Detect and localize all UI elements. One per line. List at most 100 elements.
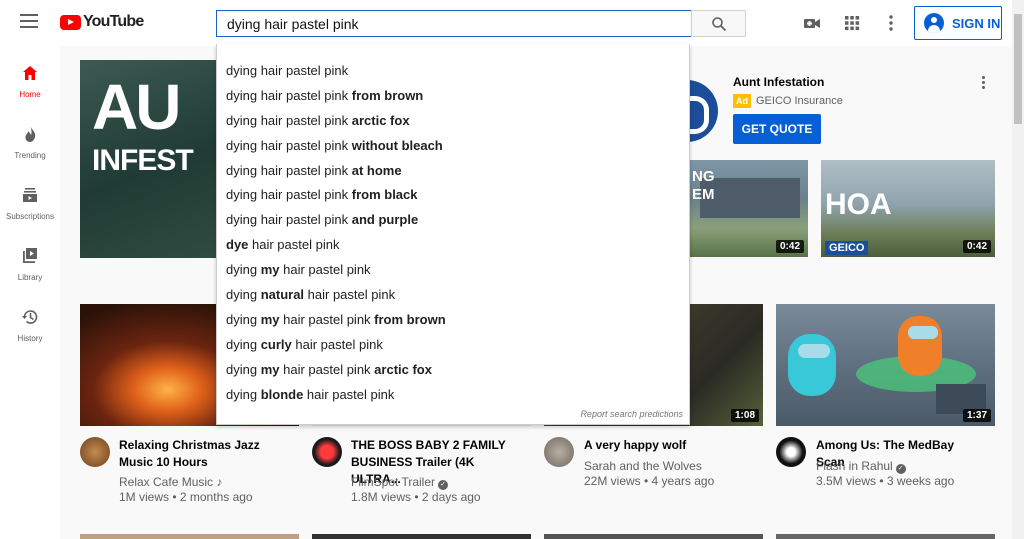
history-icon	[22, 310, 38, 324]
video-thumbnail[interactable]	[312, 534, 531, 539]
suggestion-completion: curly	[260, 336, 292, 352]
search-button[interactable]	[691, 10, 746, 37]
search-suggestion[interactable]: dying blonde hair pastel pink	[217, 383, 689, 408]
house-image	[700, 178, 800, 218]
report-predictions-link[interactable]: Report search predictions	[580, 409, 683, 419]
ad-sponsor: GEICO Insurance	[756, 95, 843, 107]
channel-name[interactable]: FilmSpot Trailer ✓	[351, 475, 449, 490]
apps-grid-icon[interactable]	[842, 13, 862, 33]
channel-name-text: FilmSpot Trailer	[351, 475, 436, 489]
channel-avatar[interactable]	[776, 437, 806, 467]
channel-name[interactable]: Sarah and the Wolves	[584, 459, 702, 474]
channel-avatar[interactable]	[80, 437, 110, 467]
sign-in-button[interactable]: SIGN IN	[914, 6, 1002, 40]
logo-text: YouTube	[83, 13, 144, 30]
sidebar-item-home[interactable]: Home	[0, 64, 60, 120]
suggestion-text: dying hair pastel pink	[226, 212, 352, 228]
search-suggestion[interactable]: dye hair pastel pink	[217, 233, 689, 258]
suggestion-text: dying hair pastel pink	[226, 187, 352, 203]
sidebar-item-subscriptions[interactable]: Subscriptions	[0, 186, 60, 242]
youtube-logo[interactable]: YouTube	[60, 13, 144, 31]
account-icon	[924, 13, 944, 33]
search-suggestion[interactable]: dying natural hair pastel pink	[217, 283, 689, 308]
search-suggestions-dropdown: dying hair pastel pink dying hair pastel…	[216, 44, 690, 425]
geico-brand: GEICO	[825, 241, 869, 255]
masthead: YouTube dying hair pastel pink SIGN IN	[0, 0, 1024, 46]
video-stats: 3.5M views • 3 weeks ago	[816, 474, 955, 488]
suggestion-text: dying hair pastel pink	[226, 112, 352, 128]
search-suggestion[interactable]: dying my hair pastel pink from brown	[217, 308, 689, 333]
get-quote-button[interactable]: GET QUOTE	[733, 114, 821, 144]
suggestion-text: dying hair pastel pink	[226, 137, 352, 153]
page-scrollbar[interactable]	[1012, 0, 1024, 539]
settings-more-icon[interactable]	[881, 13, 901, 33]
sidebar-item-trending[interactable]: Trending	[0, 125, 60, 181]
search-suggestion[interactable]: dying hair pastel pink from brown	[217, 84, 689, 109]
channel-avatar[interactable]	[312, 437, 342, 467]
search-suggestion[interactable]: dying hair pastel pink from black	[217, 183, 689, 208]
search-suggestion[interactable]: dying hair pastel pink arctic fox	[217, 109, 689, 134]
create-video-icon[interactable]	[802, 13, 822, 33]
ad-thumbnail-text: AU	[92, 71, 181, 143]
suggestion-text: hair pastel pink	[291, 336, 383, 352]
suggestion-text: dying	[226, 262, 261, 278]
ad-video-text: HOA	[825, 188, 892, 221]
sidebar-item-history[interactable]: History	[0, 308, 60, 364]
suggestion-completion: from brown	[351, 87, 424, 103]
channel-name-text: Flash in Rahul	[816, 459, 893, 473]
search-suggestion[interactable]: dying hair pastel pink without bleach	[217, 134, 689, 159]
suggestion-completion: natural	[260, 287, 305, 303]
video-duration: 1:08	[730, 409, 759, 422]
suggestion-completion: my	[260, 311, 280, 327]
ad-title[interactable]: Aunt Infestation	[733, 75, 824, 89]
video-title[interactable]: A very happy wolf	[584, 437, 749, 454]
sidebar-item-library[interactable]: Library	[0, 247, 60, 303]
ad-video-thumbnail[interactable]: NG EM 0:42	[690, 160, 808, 257]
search-suggestion[interactable]: dying hair pastel pink	[217, 59, 689, 84]
suggestion-text: dying	[226, 336, 261, 352]
hamburger-menu-icon[interactable]	[20, 14, 38, 28]
search-suggestion[interactable]: dying my hair pastel pink	[217, 258, 689, 283]
suggestion-text: dying hair pastel pink	[226, 63, 349, 78]
video-thumbnail[interactable]: 1:37	[776, 304, 995, 426]
ad-thumbnail[interactable]: AU INFEST	[80, 60, 220, 258]
search-input[interactable]: dying hair pastel pink	[216, 10, 692, 37]
suggestion-text: dying	[226, 386, 261, 402]
ad-video-thumbnail[interactable]: HOA GEICO 0:42	[821, 160, 995, 257]
sidebar-item-label: History	[17, 334, 43, 343]
suggestion-text: dying	[226, 287, 261, 303]
sidebar-item-label: Library	[17, 273, 43, 282]
verified-icon: ✓	[438, 480, 449, 490]
video-stats: 22M views • 4 years ago	[584, 474, 715, 488]
video-thumbnail[interactable]	[776, 534, 995, 539]
home-icon	[23, 66, 37, 80]
library-icon	[23, 248, 37, 263]
video-thumbnail[interactable]	[80, 534, 299, 539]
search-suggestion[interactable]: dying curly hair pastel pink	[217, 333, 689, 358]
suggestion-text: hair pastel pink	[279, 262, 371, 278]
sidebar-item-label: Trending	[14, 151, 46, 160]
channel-name[interactable]: Relax Cafe Music ♪	[119, 475, 222, 490]
suggestion-completion: dye	[226, 237, 249, 253]
suggestion-text: hair pastel pink	[279, 311, 375, 327]
suggestion-completion: from brown	[374, 311, 446, 327]
fire-icon	[25, 126, 36, 142]
search-suggestion[interactable]: dying hair pastel pink and purple	[217, 208, 689, 233]
among-us-illustration	[788, 316, 986, 414]
more-options-icon[interactable]	[982, 76, 986, 91]
channel-avatar[interactable]	[544, 437, 574, 467]
ad-video-text: EM	[692, 186, 715, 203]
suggestion-text: hair pastel pink	[304, 287, 396, 303]
sidebar-item-label: Home	[19, 90, 41, 99]
video-title[interactable]: Relaxing Christmas Jazz Music 10 Hours	[119, 437, 284, 471]
search-suggestion[interactable]: dying my hair pastel pink arctic fox	[217, 358, 689, 383]
search-suggestion[interactable]: dying hair pastel pink at home	[217, 159, 689, 184]
suggestion-text: dying hair pastel pink	[226, 87, 352, 103]
scrollbar-thumb[interactable]	[1014, 14, 1022, 124]
suggestion-completion: my	[260, 361, 280, 377]
sign-in-label: SIGN IN	[952, 15, 1001, 31]
video-thumbnail[interactable]	[544, 534, 763, 539]
sidebar: Home Trending Subscriptions Library Hist…	[0, 46, 60, 539]
channel-name-text: Relax Cafe Music	[119, 475, 214, 489]
channel-name[interactable]: Flash in Rahul ✓	[816, 459, 906, 474]
